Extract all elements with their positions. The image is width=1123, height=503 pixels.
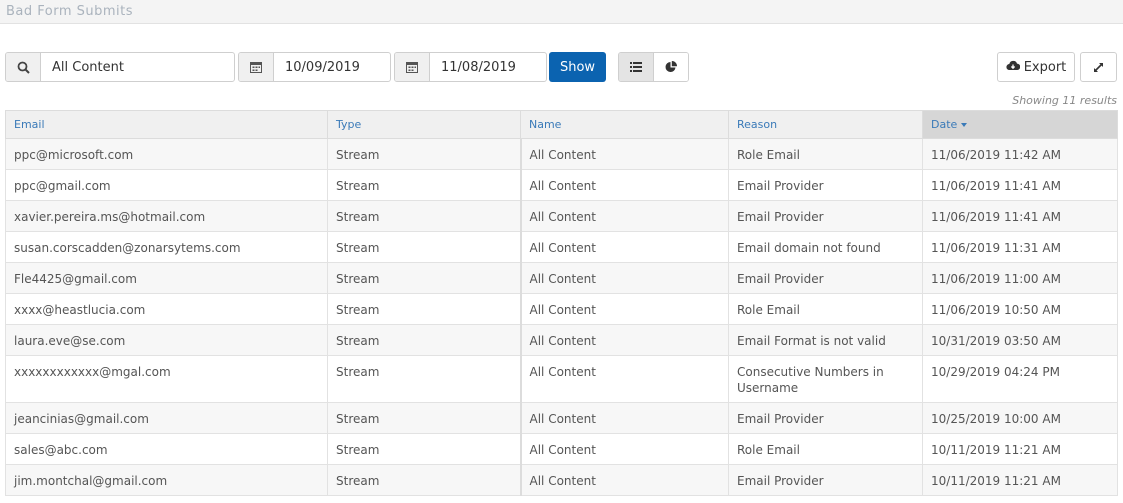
cell-type: Stream (327, 464, 521, 496)
results-count: Showing 11 results (1012, 94, 1117, 107)
end-date-group: 11/08/2019 (394, 52, 547, 82)
page-title: Bad Form Submits (6, 4, 134, 19)
cell-type: Stream (327, 262, 521, 294)
cell-date: 11/06/2019 10:50 AM (922, 293, 1118, 325)
cell-reason: Email Provider (728, 262, 923, 294)
table-row[interactable]: jeancinias@gmail.com Stream All Content Ema… (5, 402, 1118, 434)
table-header-row: Email Type Name Reason Date (5, 110, 1118, 139)
table-body: ppc@microsoft.com Stream All Content Role E… (5, 138, 1118, 496)
cell-name: All Content (519, 200, 729, 232)
pie-chart-icon[interactable] (654, 53, 688, 81)
view-toggle-group (618, 52, 689, 82)
cell-name: All Content (519, 355, 729, 403)
cell-email: xavier.pereira.ms@hotmail.com (5, 200, 328, 232)
column-header-type[interactable]: Type (327, 110, 521, 139)
search-icon[interactable] (6, 53, 41, 81)
cell-type: Stream (327, 293, 521, 325)
content-search-input[interactable]: All Content (41, 53, 234, 81)
cell-type: Stream (327, 169, 521, 201)
cell-name: All Content (519, 138, 729, 170)
cell-email: sales@abc.com (5, 433, 328, 465)
cell-email: xxxxxxxxxxxx@mgal.com (5, 355, 328, 403)
cell-reason: Email Provider (728, 464, 923, 496)
cell-name: All Content (519, 464, 729, 496)
cell-type: Stream (327, 402, 521, 434)
cell-email: jeancinias@gmail.com (5, 402, 328, 434)
cell-date: 11/06/2019 11:00 AM (922, 262, 1118, 294)
export-label: Export (1023, 59, 1067, 75)
cell-reason: Email Provider (728, 169, 923, 201)
column-header-reason[interactable]: Reason (728, 110, 923, 139)
cell-date: 10/11/2019 11:21 AM (922, 433, 1118, 465)
calendar-icon[interactable] (239, 53, 274, 81)
end-date-input[interactable]: 11/08/2019 (430, 53, 546, 81)
table-row[interactable]: xxxx@heastlucia.com Stream All Content Role… (5, 293, 1118, 325)
table-row[interactable]: xxxxxxxxxxxx@mgal.com Stream All Content Co… (5, 355, 1118, 403)
bad-submits-table: Email Type Name Reason Date ppc@microsof… (5, 110, 1118, 496)
cell-reason: Email Provider (728, 200, 923, 232)
start-date-input[interactable]: 10/09/2019 (274, 53, 390, 81)
cloud-download-icon (1006, 60, 1020, 75)
cell-name: All Content (519, 169, 729, 201)
cell-date: 10/25/2019 10:00 AM (922, 402, 1118, 434)
cell-name: All Content (519, 293, 729, 325)
table-row[interactable]: xavier.pereira.ms@hotmail.com Stream All C… (5, 200, 1118, 232)
cell-type: Stream (327, 138, 521, 170)
page-header: Bad Form Submits (0, 0, 1123, 24)
cell-reason: Consecutive Numbers in Username (728, 355, 923, 403)
cell-email: susan.corscadden@zonarsytems.com (5, 231, 328, 263)
cell-date: 10/29/2019 04:24 PM (922, 355, 1118, 403)
list-view-icon[interactable] (619, 53, 654, 81)
show-button[interactable]: Show (549, 52, 606, 82)
table-row[interactable]: laura.eve@se.com Stream All Content Email F… (5, 324, 1118, 356)
column-header-name[interactable]: Name (520, 110, 729, 139)
calendar-icon[interactable] (395, 53, 430, 81)
cell-email: ppc@microsoft.com (5, 138, 328, 170)
cell-date: 11/06/2019 11:31 AM (922, 231, 1118, 263)
cell-reason: Role Email (728, 433, 923, 465)
table-row[interactable]: sales@abc.com Stream All Content Role Email… (5, 433, 1118, 465)
cell-type: Stream (327, 324, 521, 356)
cell-reason: Role Email (728, 138, 923, 170)
cell-name: All Content (519, 262, 729, 294)
cell-email: laura.eve@se.com (5, 324, 328, 356)
cell-date: 10/11/2019 11:21 AM (922, 464, 1118, 496)
column-header-date-label: Date (931, 118, 958, 131)
filter-toolbar: All Content 10/09/2019 11/08/2019 Show E… (5, 52, 1117, 83)
cell-name: All Content (519, 231, 729, 263)
cell-name: All Content (519, 433, 729, 465)
cell-name: All Content (519, 324, 729, 356)
expand-icon[interactable] (1080, 52, 1117, 82)
column-header-email[interactable]: Email (5, 110, 328, 139)
cell-reason: Email Provider (728, 402, 923, 434)
cell-date: 11/06/2019 11:41 AM (922, 200, 1118, 232)
cell-email: ppc@gmail.com (5, 169, 328, 201)
cell-type: Stream (327, 433, 521, 465)
cell-type: Stream (327, 355, 521, 403)
cell-date: 11/06/2019 11:41 AM (922, 169, 1118, 201)
column-header-date[interactable]: Date (922, 110, 1118, 139)
cell-date: 10/31/2019 03:50 AM (922, 324, 1118, 356)
export-button[interactable]: Export (997, 52, 1075, 82)
cell-reason: Email domain not found (728, 231, 923, 263)
sort-desc-icon (961, 123, 968, 127)
cell-email: Fle4425@gmail.com (5, 262, 328, 294)
table-row[interactable]: jim.montchal@gmail.com Stream All Content E… (5, 464, 1118, 496)
table-row[interactable]: ppc@gmail.com Stream All Content Email Prov… (5, 169, 1118, 201)
table-row[interactable]: susan.corscadden@zonarsytems.com Stream Al… (5, 231, 1118, 263)
start-date-group: 10/09/2019 (238, 52, 391, 82)
cell-type: Stream (327, 231, 521, 263)
cell-email: xxxx@heastlucia.com (5, 293, 328, 325)
cell-name: All Content (519, 402, 729, 434)
cell-reason: Role Email (728, 293, 923, 325)
cell-type: Stream (327, 200, 521, 232)
cell-reason: Email Format is not valid (728, 324, 923, 356)
table-row[interactable]: Fle4425@gmail.com Stream All Content Email … (5, 262, 1118, 294)
cell-email: jim.montchal@gmail.com (5, 464, 328, 496)
cell-date: 11/06/2019 11:42 AM (922, 138, 1118, 170)
content-search-group: All Content (5, 52, 235, 82)
table-row[interactable]: ppc@microsoft.com Stream All Content Role E… (5, 138, 1118, 170)
